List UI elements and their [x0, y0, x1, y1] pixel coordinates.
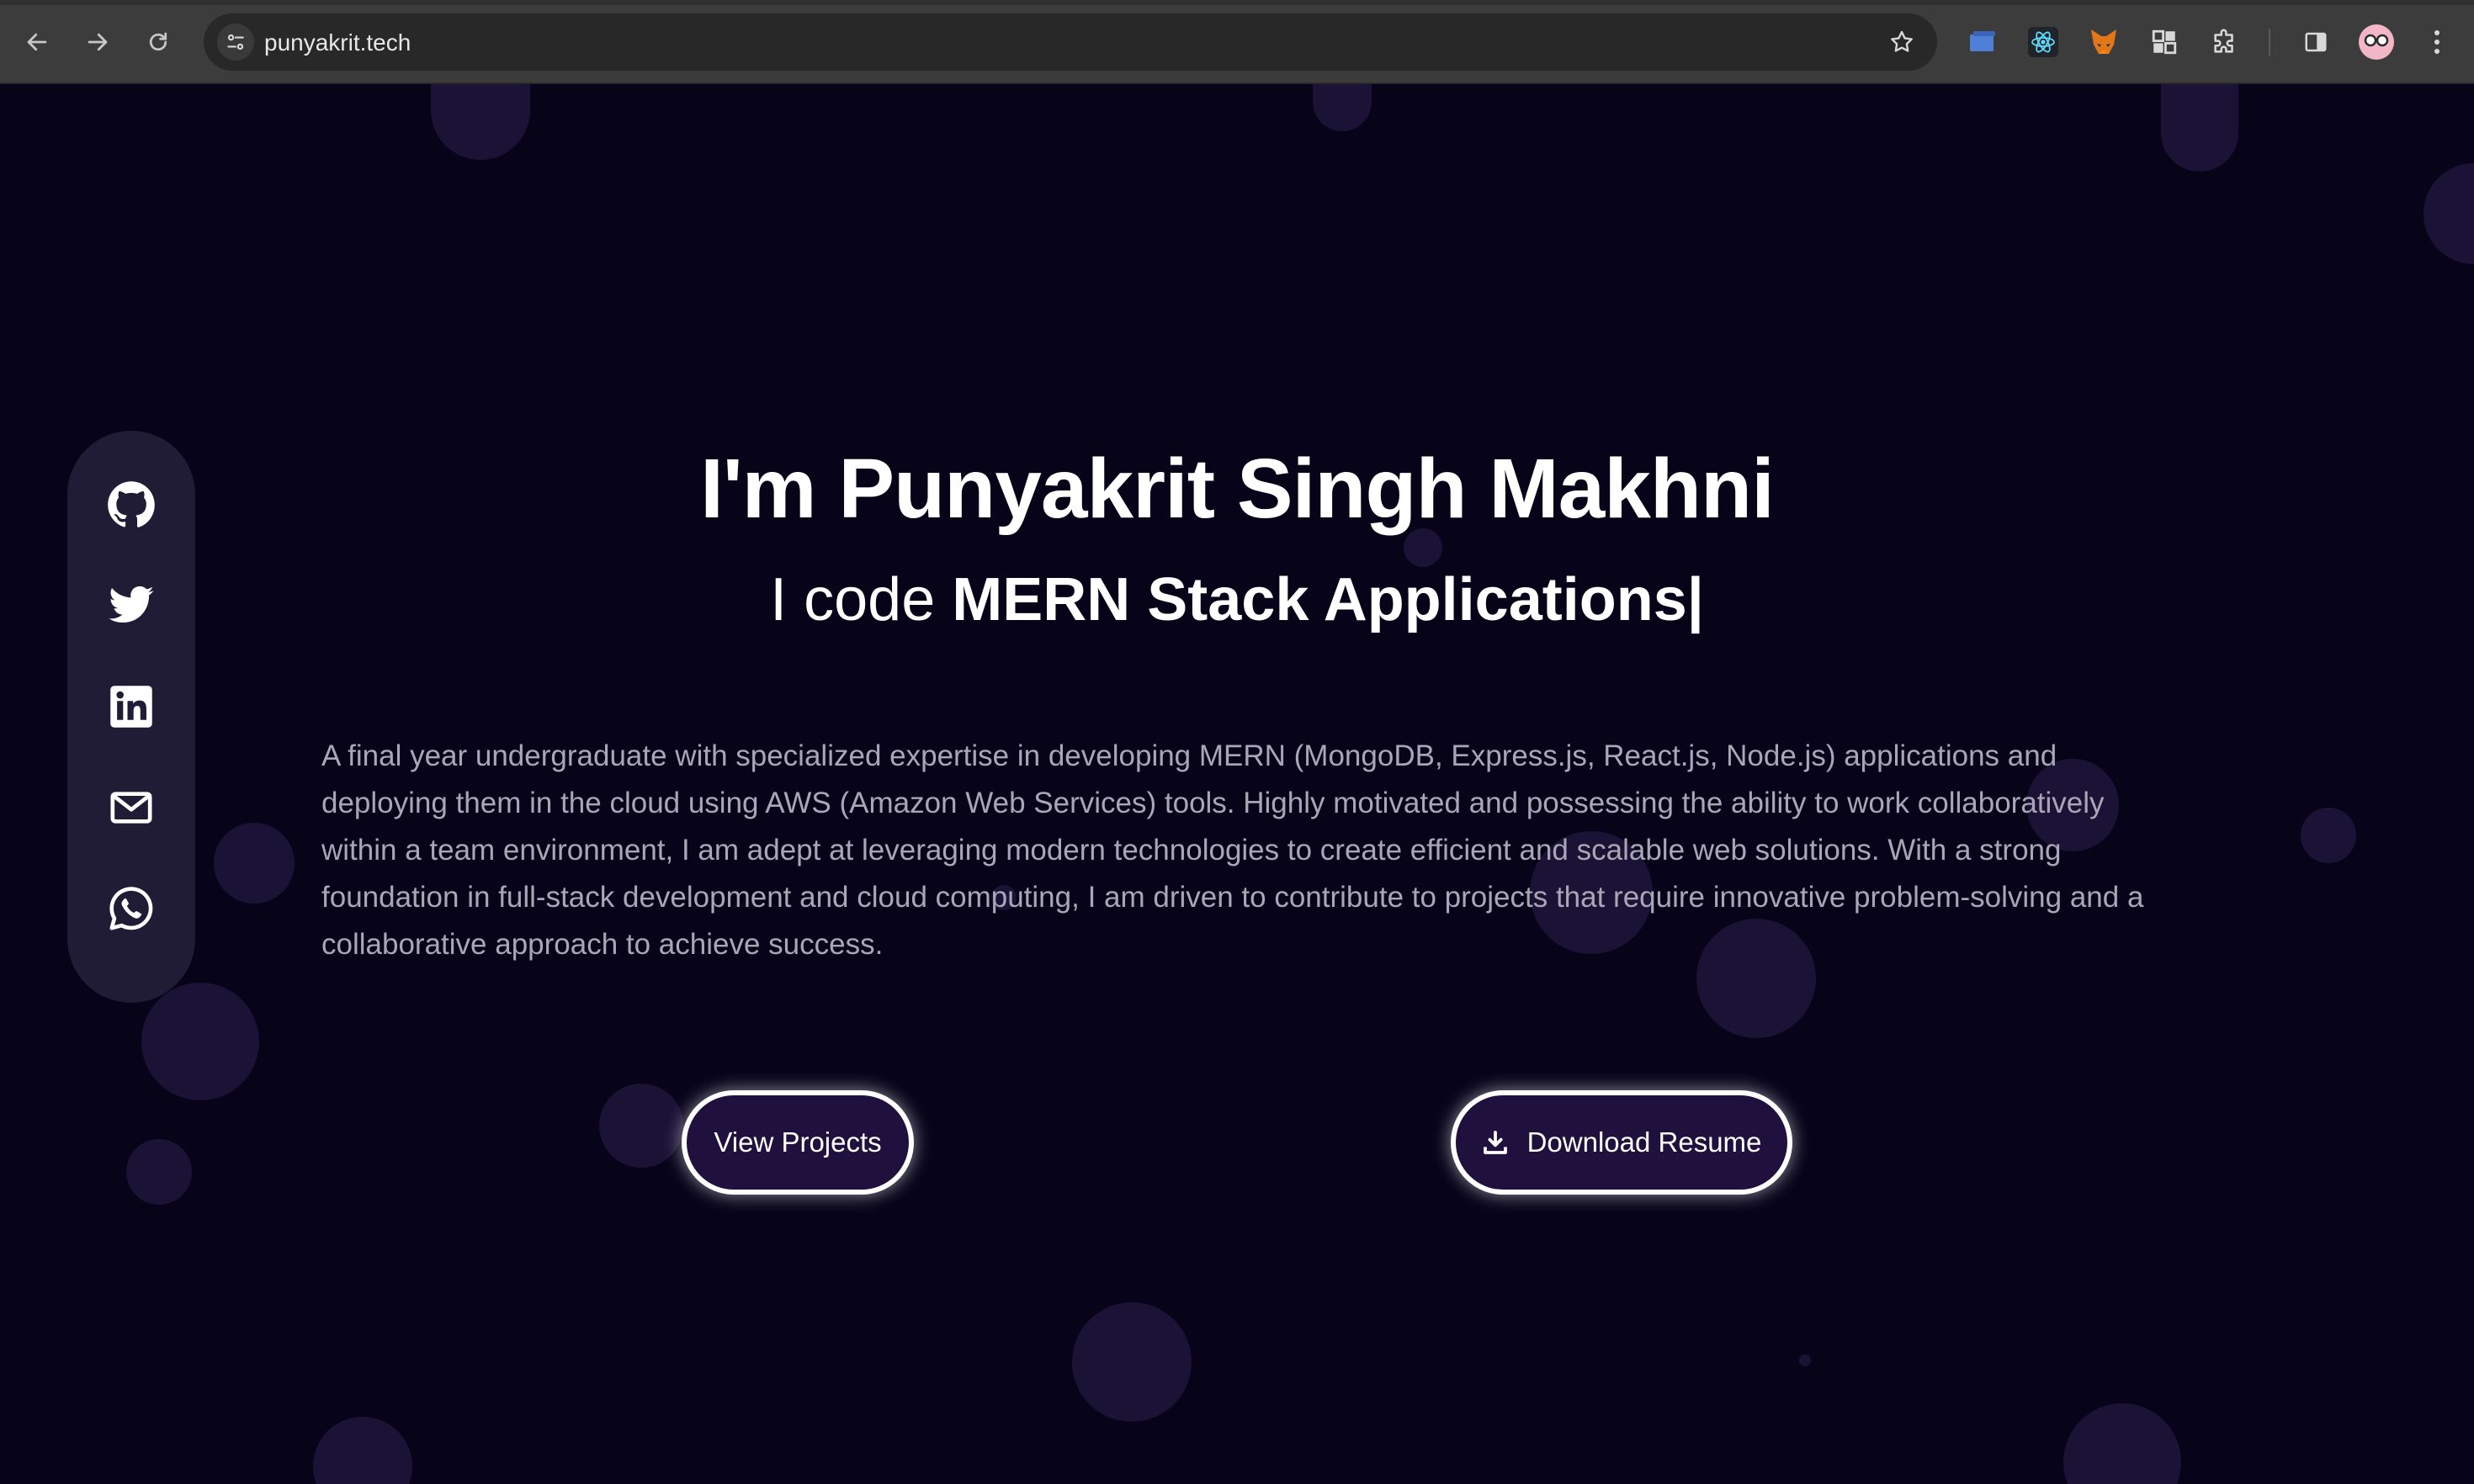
email-link[interactable] [106, 782, 157, 833]
background-particle [431, 84, 530, 160]
view-projects-label: View Projects [714, 1126, 882, 1158]
subtitle-prefix: I code [770, 566, 953, 633]
linkedin-icon [110, 686, 152, 728]
toolbar-divider [2269, 29, 2270, 56]
background-particle [1072, 1302, 1192, 1422]
background-particle [141, 983, 259, 1100]
more-menu-icon[interactable] [2418, 24, 2455, 61]
arrow-right-icon [88, 33, 108, 51]
hero-subtitle: I code MERN Stack Applications| [0, 565, 2474, 634]
linkedin-link[interactable] [106, 681, 157, 732]
window-icon[interactable] [1964, 24, 2001, 61]
bio-paragraph: A final year undergraduate with speciali… [321, 739, 2144, 961]
address-bar[interactable]: punyakrit.tech [204, 13, 1937, 71]
page-viewport: I'm Punyakrit Singh Makhni I code MERN S… [0, 84, 2474, 1484]
bookmark-star-icon[interactable] [1885, 25, 1919, 59]
mail-icon [110, 792, 152, 824]
background-particle [1799, 1354, 1811, 1366]
background-particle [1313, 84, 1372, 131]
background-particle [2063, 1403, 2181, 1484]
view-projects-button[interactable]: View Projects [682, 1090, 914, 1195]
reload-icon [149, 32, 167, 51]
react-devtools-icon[interactable] [2025, 24, 2062, 61]
puzzle-grid-icon[interactable] [2146, 24, 2183, 61]
background-particle [214, 823, 295, 904]
download-resume-button[interactable]: Download Resume [1451, 1090, 1792, 1195]
download-resume-label: Download Resume [1526, 1126, 1762, 1158]
background-particle [2161, 84, 2238, 172]
sidebar-icon[interactable] [2297, 24, 2334, 61]
hero-title: I'm Punyakrit Singh Makhni [700, 442, 1775, 536]
forward-button[interactable] [77, 22, 118, 62]
profile-avatar-icon[interactable] [2358, 24, 2395, 61]
background-particle [2301, 808, 2356, 863]
whatsapp-link[interactable] [106, 883, 157, 934]
download-icon [1482, 1129, 1509, 1156]
background-particle [313, 1417, 412, 1484]
url-text[interactable]: punyakrit.tech [264, 29, 411, 56]
site-info-icon[interactable] [217, 24, 254, 61]
background-particle [599, 1084, 683, 1168]
browser-toolbar: punyakrit.tech [0, 0, 2474, 84]
reload-button[interactable] [138, 22, 178, 62]
tab-strip [0, 0, 2474, 5]
arrow-left-icon [27, 33, 47, 51]
background-particle [126, 1139, 192, 1205]
background-particle [2424, 163, 2474, 264]
extensions-puzzle-icon[interactable] [2206, 24, 2243, 61]
whatsapp-icon [109, 887, 153, 930]
metamask-fox-icon[interactable] [2085, 24, 2122, 61]
subtitle-typewriter-text: MERN Stack Applications| [952, 566, 1704, 633]
back-button[interactable] [17, 22, 57, 62]
